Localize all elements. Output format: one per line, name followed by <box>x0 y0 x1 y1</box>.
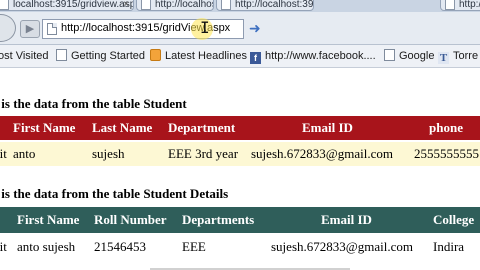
bookmark-facebook[interactable]: f http://www.facebook.... <box>250 49 376 64</box>
column-header: First Name <box>13 120 76 135</box>
go-arrow-icon: ➜ <box>249 21 261 37</box>
browser-tab-3[interactable]: http://localhost:3915/gridview.aspx <box>216 0 314 11</box>
bookmark-label: http://www.facebook.... <box>265 50 376 62</box>
tab-label: localhost:3915/gridview.aspx <box>13 0 134 10</box>
bookmark-most-visited[interactable]: ost Visited <box>0 49 49 63</box>
page-icon <box>0 0 9 10</box>
browser-tab-1[interactable]: localhost:3915/gridview.aspx × <box>0 0 134 11</box>
page-icon <box>141 0 151 10</box>
navigation-toolbar: ▶ http://localhost:3915/gridView.aspx ➜ <box>0 12 480 45</box>
section-heading-student-details: s is the data from the table Student Det… <box>0 186 229 201</box>
edit-link[interactable]: lit <box>0 240 7 254</box>
bookmark-label: Getting Started <box>71 50 145 62</box>
tab-label: http://localhost:3915/gridview.aspx <box>235 0 314 10</box>
column-header: Roll Number <box>94 212 167 227</box>
page-content: s is the data from the table Student Fir… <box>0 68 480 270</box>
bookmark-label: ost Visited <box>0 50 49 62</box>
back-button[interactable] <box>0 14 16 42</box>
browser-tab-2[interactable]: http://localhost:3915/gridview.aspx <box>136 0 214 11</box>
bookmark-getting-started[interactable]: Getting Started <box>56 49 145 63</box>
page-icon <box>56 49 67 61</box>
table-cell: sujesh <box>92 146 125 161</box>
page-icon <box>221 0 231 10</box>
page-icon <box>445 0 455 10</box>
tab-strip: localhost:3915/gridview.aspx × http://lo… <box>0 0 480 12</box>
tab-label: http://localhost:3915/gridview.aspx <box>155 0 213 10</box>
table-row: lit anto sujesh EEE 3rd year sujesh.6728… <box>0 142 480 166</box>
column-header: Department <box>168 120 236 135</box>
table-cell: EEE <box>182 239 206 254</box>
column-header: phone <box>429 120 463 135</box>
bookmark-label: Latest Headlines <box>165 50 247 62</box>
forward-button[interactable]: ▶ <box>20 20 40 38</box>
page-icon <box>384 49 395 61</box>
facebook-icon: f <box>250 52 261 64</box>
column-header: Departments <box>182 212 255 227</box>
bookmark-torre[interactable]: T Torre <box>438 49 478 64</box>
text-cursor-icon: I <box>200 18 210 37</box>
section-heading-student: s is the data from the table Student <box>0 96 187 111</box>
table-row: lit anto sujesh 21546453 EEE sujesh.6728… <box>0 234 480 260</box>
t-icon: T <box>438 52 449 64</box>
page-icon <box>47 23 57 35</box>
address-bar[interactable]: http://localhost:3915/gridView.aspx <box>42 19 244 39</box>
column-header: Email ID <box>302 120 353 135</box>
table-header-student: First Name Last Name Department Email ID… <box>0 116 480 140</box>
column-header: Last Name <box>92 120 153 135</box>
bookmarks-toolbar: ost Visited Getting Started Latest Headl… <box>0 45 480 68</box>
table-cell: anto <box>13 146 36 161</box>
bookmark-google[interactable]: Google <box>384 49 434 63</box>
table-header-student-details: First Name Roll Number Departments Email… <box>0 207 480 233</box>
bookmark-label: Torre <box>453 50 479 62</box>
column-header: First Name <box>17 212 80 227</box>
edit-link[interactable]: lit <box>0 147 7 161</box>
go-button[interactable]: ➜ <box>246 19 266 39</box>
tab-label: http://localhost:3915/gridview.aspx <box>459 0 480 10</box>
forward-arrow-icon: ▶ <box>25 22 35 35</box>
table-cell: 2555555555 <box>414 146 479 161</box>
bookmark-latest-headlines[interactable]: Latest Headlines <box>150 49 247 63</box>
table-cell: EEE 3rd year <box>168 146 239 161</box>
browser-tab-4[interactable]: http://localhost:3915/gridview.aspx <box>440 0 480 11</box>
table-cell: 21546453 <box>94 239 146 254</box>
close-icon[interactable]: × <box>123 0 129 10</box>
bookmark-label: Google <box>399 50 435 62</box>
table-cell: anto sujesh <box>17 239 76 254</box>
table-cell: sujesh.672833@gmail.com <box>251 146 393 161</box>
column-header: College <box>433 212 475 227</box>
table-cell: sujesh.672833@gmail.com <box>271 239 413 254</box>
table-cell: Indira <box>433 239 465 254</box>
column-header: Email ID <box>321 212 372 227</box>
rss-icon <box>150 49 161 61</box>
